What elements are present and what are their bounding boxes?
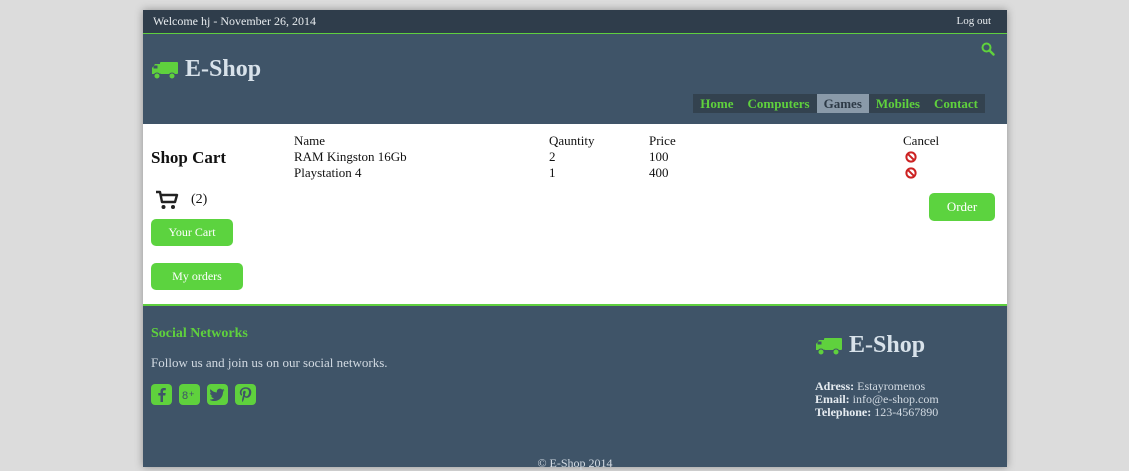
row-1-name: RAM Kingston 16Gb [294,149,407,164]
shop-cart-title: Shop Cart [151,148,227,167]
truck-icon [816,337,842,355]
google-plus-icon[interactable]: 8 + [179,384,200,405]
row-1-price: 100 [649,149,669,164]
address-label: Adress: [815,379,855,393]
nav-computers[interactable]: Computers [741,94,817,113]
row-2-price: 400 [649,165,669,180]
footer: Social Networks Follow us and join us on… [143,306,1007,470]
row-1-quantity: 2 [549,149,556,164]
your-cart-button[interactable]: Your Cart [151,219,233,246]
footer-logo-text: E-Shop [849,332,926,358]
header-name: Name [294,133,326,148]
nav-home[interactable]: Home [693,94,740,113]
my-orders-button[interactable]: My orders [151,263,243,290]
cart-count: (2) [191,192,208,207]
email-value[interactable]: info@e-shop.com [853,392,939,406]
order-button[interactable]: Order [929,193,995,221]
address-value: Estayromenos [857,379,926,393]
logout-link[interactable]: Log out [956,15,991,27]
search-icon[interactable] [981,42,995,56]
row-2-cancel-button[interactable] [903,167,917,179]
row-2-name: Playstation 4 [294,165,362,180]
header-price: Price [649,133,676,148]
phone-value: 123-4567890 [874,405,939,419]
social-networks-title: Social Networks [151,326,248,341]
contact-info: Adress: Estayromenos Email: info@e-shop.… [815,380,939,419]
copyright-text: © E-Shop 2014 [537,456,613,470]
nav-games[interactable]: Games [816,94,869,113]
svg-text:8: 8 [182,390,188,402]
social-icons: 8 + [151,384,256,405]
cancel-icon[interactable] [905,167,917,179]
shopping-cart-icon [156,190,179,209]
cancel-icon[interactable] [905,151,917,163]
logo-text: E-Shop [185,56,262,82]
nav-mobiles[interactable]: Mobiles [869,94,927,113]
page-container: Welcome hj - November 26, 2014 Log out E… [143,10,1007,470]
phone-line: Telephone: 123-4567890 [815,406,939,419]
top-bar: Welcome hj - November 26, 2014 Log out [143,10,1007,34]
row-1-cancel-button[interactable] [903,151,917,163]
email-label: Email: [815,392,850,406]
facebook-icon[interactable] [151,384,172,405]
cart-summary: (2) [155,190,207,210]
header: E-Shop Home Computers Games Mobiles Cont… [143,34,1007,124]
main-nav: Home Computers Games Mobiles Contact [693,94,985,113]
row-2-quantity: 1 [549,165,556,180]
header-cancel: Cancel [903,133,940,148]
twitter-icon[interactable] [207,384,228,405]
pinterest-icon[interactable] [235,384,256,405]
welcome-text: Welcome hj - November 26, 2014 [153,14,316,28]
header-quantity: Qauntity [549,133,595,148]
svg-text:+: + [189,389,194,399]
phone-label: Telephone: [815,405,872,419]
nav-contact[interactable]: Contact [927,94,985,113]
social-networks-text: Follow us and join us on our social netw… [151,355,388,370]
site-logo[interactable]: E-Shop [151,56,261,83]
footer-logo[interactable]: E-Shop [815,332,925,359]
main-content: Shop Cart (2) Your Cart My orders Name Q… [143,124,1007,306]
truck-icon [152,61,178,79]
